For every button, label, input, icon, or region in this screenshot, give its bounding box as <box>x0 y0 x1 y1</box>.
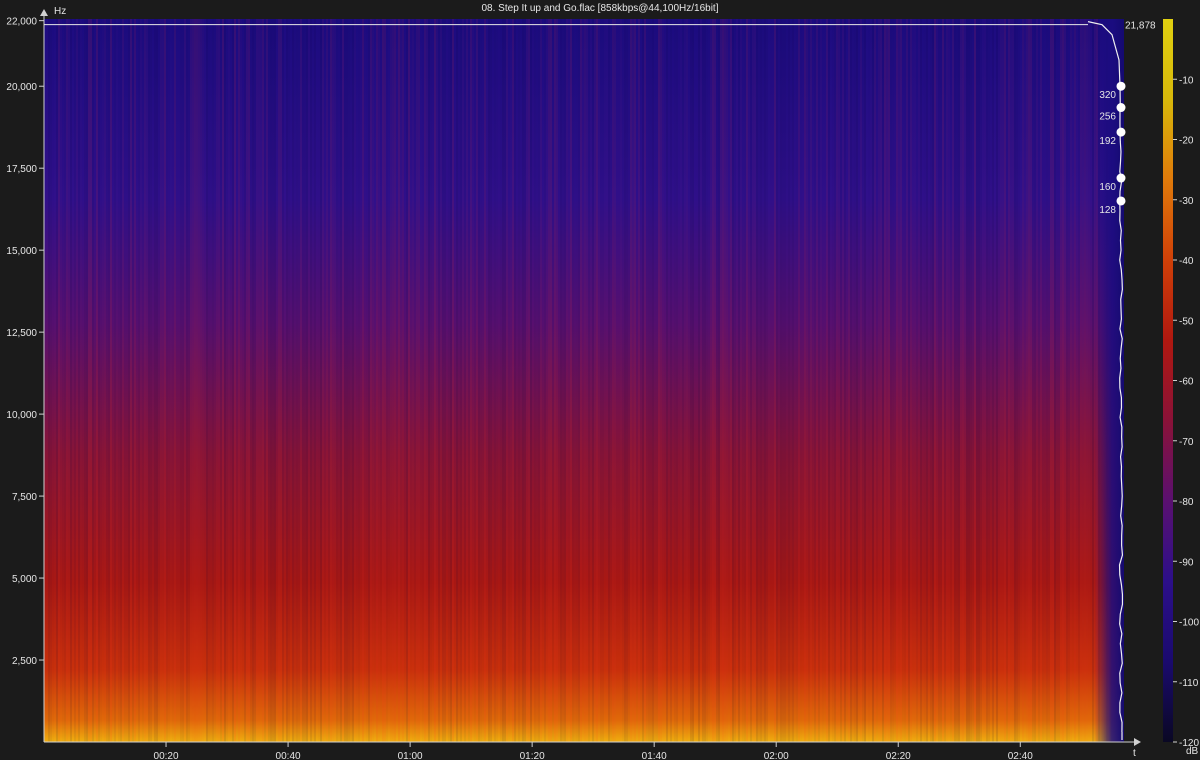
x-tick-label: 01:00 <box>398 751 423 760</box>
bitrate-marker-label: 256 <box>1099 112 1116 123</box>
colorbar-tick-label: -30 <box>1179 196 1194 207</box>
y-tick-label: 10,000 <box>6 410 37 421</box>
bitrate-marker-dot <box>1116 173 1126 183</box>
colorbar <box>1163 19 1173 742</box>
y-tick-label: 12,500 <box>6 328 37 339</box>
colorbar-tick-label: -100 <box>1179 618 1199 629</box>
y-axis-arrow-icon <box>40 9 48 16</box>
bitrate-marker-label: 192 <box>1099 136 1116 147</box>
spectrogram-chart: Hz t 22,000 20,000 17,500 15,000 12,500 10,000 7… <box>6 6 1199 760</box>
colorbar-tick-label: -110 <box>1179 678 1199 689</box>
spectrogram-window: 08. Step It up and Go.flac [858kbps@44,1… <box>0 0 1200 760</box>
cutoff-frequency-label: 21,878 <box>1125 21 1156 32</box>
colorbar-tick-label: -90 <box>1179 557 1194 568</box>
bitrate-marker-dot <box>1116 196 1126 206</box>
bitrate-marker-dot <box>1116 81 1126 91</box>
colorbar-tick-label: -60 <box>1179 377 1194 388</box>
x-tick-label: 01:40 <box>642 751 667 760</box>
bitrate-marker-dot <box>1116 103 1126 113</box>
colorbar-tick-label: -70 <box>1179 437 1194 448</box>
colorbar-tick-label: -50 <box>1179 316 1194 327</box>
x-tick-label: 02:20 <box>886 751 911 760</box>
y-axis-label: Hz <box>54 6 66 17</box>
y-tick-label: 20,000 <box>6 82 37 93</box>
y-tick-label: 2,500 <box>12 656 37 667</box>
bitrate-marker-label: 128 <box>1099 205 1116 216</box>
colorbar-tick-label: -40 <box>1179 256 1194 267</box>
colorbar-tick-label: -20 <box>1179 136 1194 147</box>
colorbar-tick-label: -10 <box>1179 75 1194 86</box>
x-tick-label: 02:00 <box>764 751 789 760</box>
y-tick-label: 15,000 <box>6 246 37 257</box>
colorbar-unit-label: dB <box>1186 746 1199 757</box>
x-axis-arrow-icon <box>1134 738 1141 746</box>
x-tick-label: 01:20 <box>520 751 545 760</box>
colorbar-tick-label: -80 <box>1179 497 1194 508</box>
x-tick-label: 00:20 <box>154 751 179 760</box>
x-axis-label: t <box>1133 748 1136 759</box>
x-tick-label: 00:40 <box>276 751 301 760</box>
bitrate-marker-dot <box>1116 127 1126 137</box>
x-tick-label: 02:40 <box>1008 751 1033 760</box>
bitrate-marker-label: 160 <box>1099 182 1116 193</box>
y-tick-label: 17,500 <box>6 164 37 175</box>
spectrum-texture <box>48 19 1112 742</box>
y-tick-label: 7,500 <box>12 492 37 503</box>
y-tick-label: 5,000 <box>12 574 37 585</box>
bitrate-marker-label: 320 <box>1099 90 1116 101</box>
y-tick-label: 22,000 <box>6 17 37 28</box>
